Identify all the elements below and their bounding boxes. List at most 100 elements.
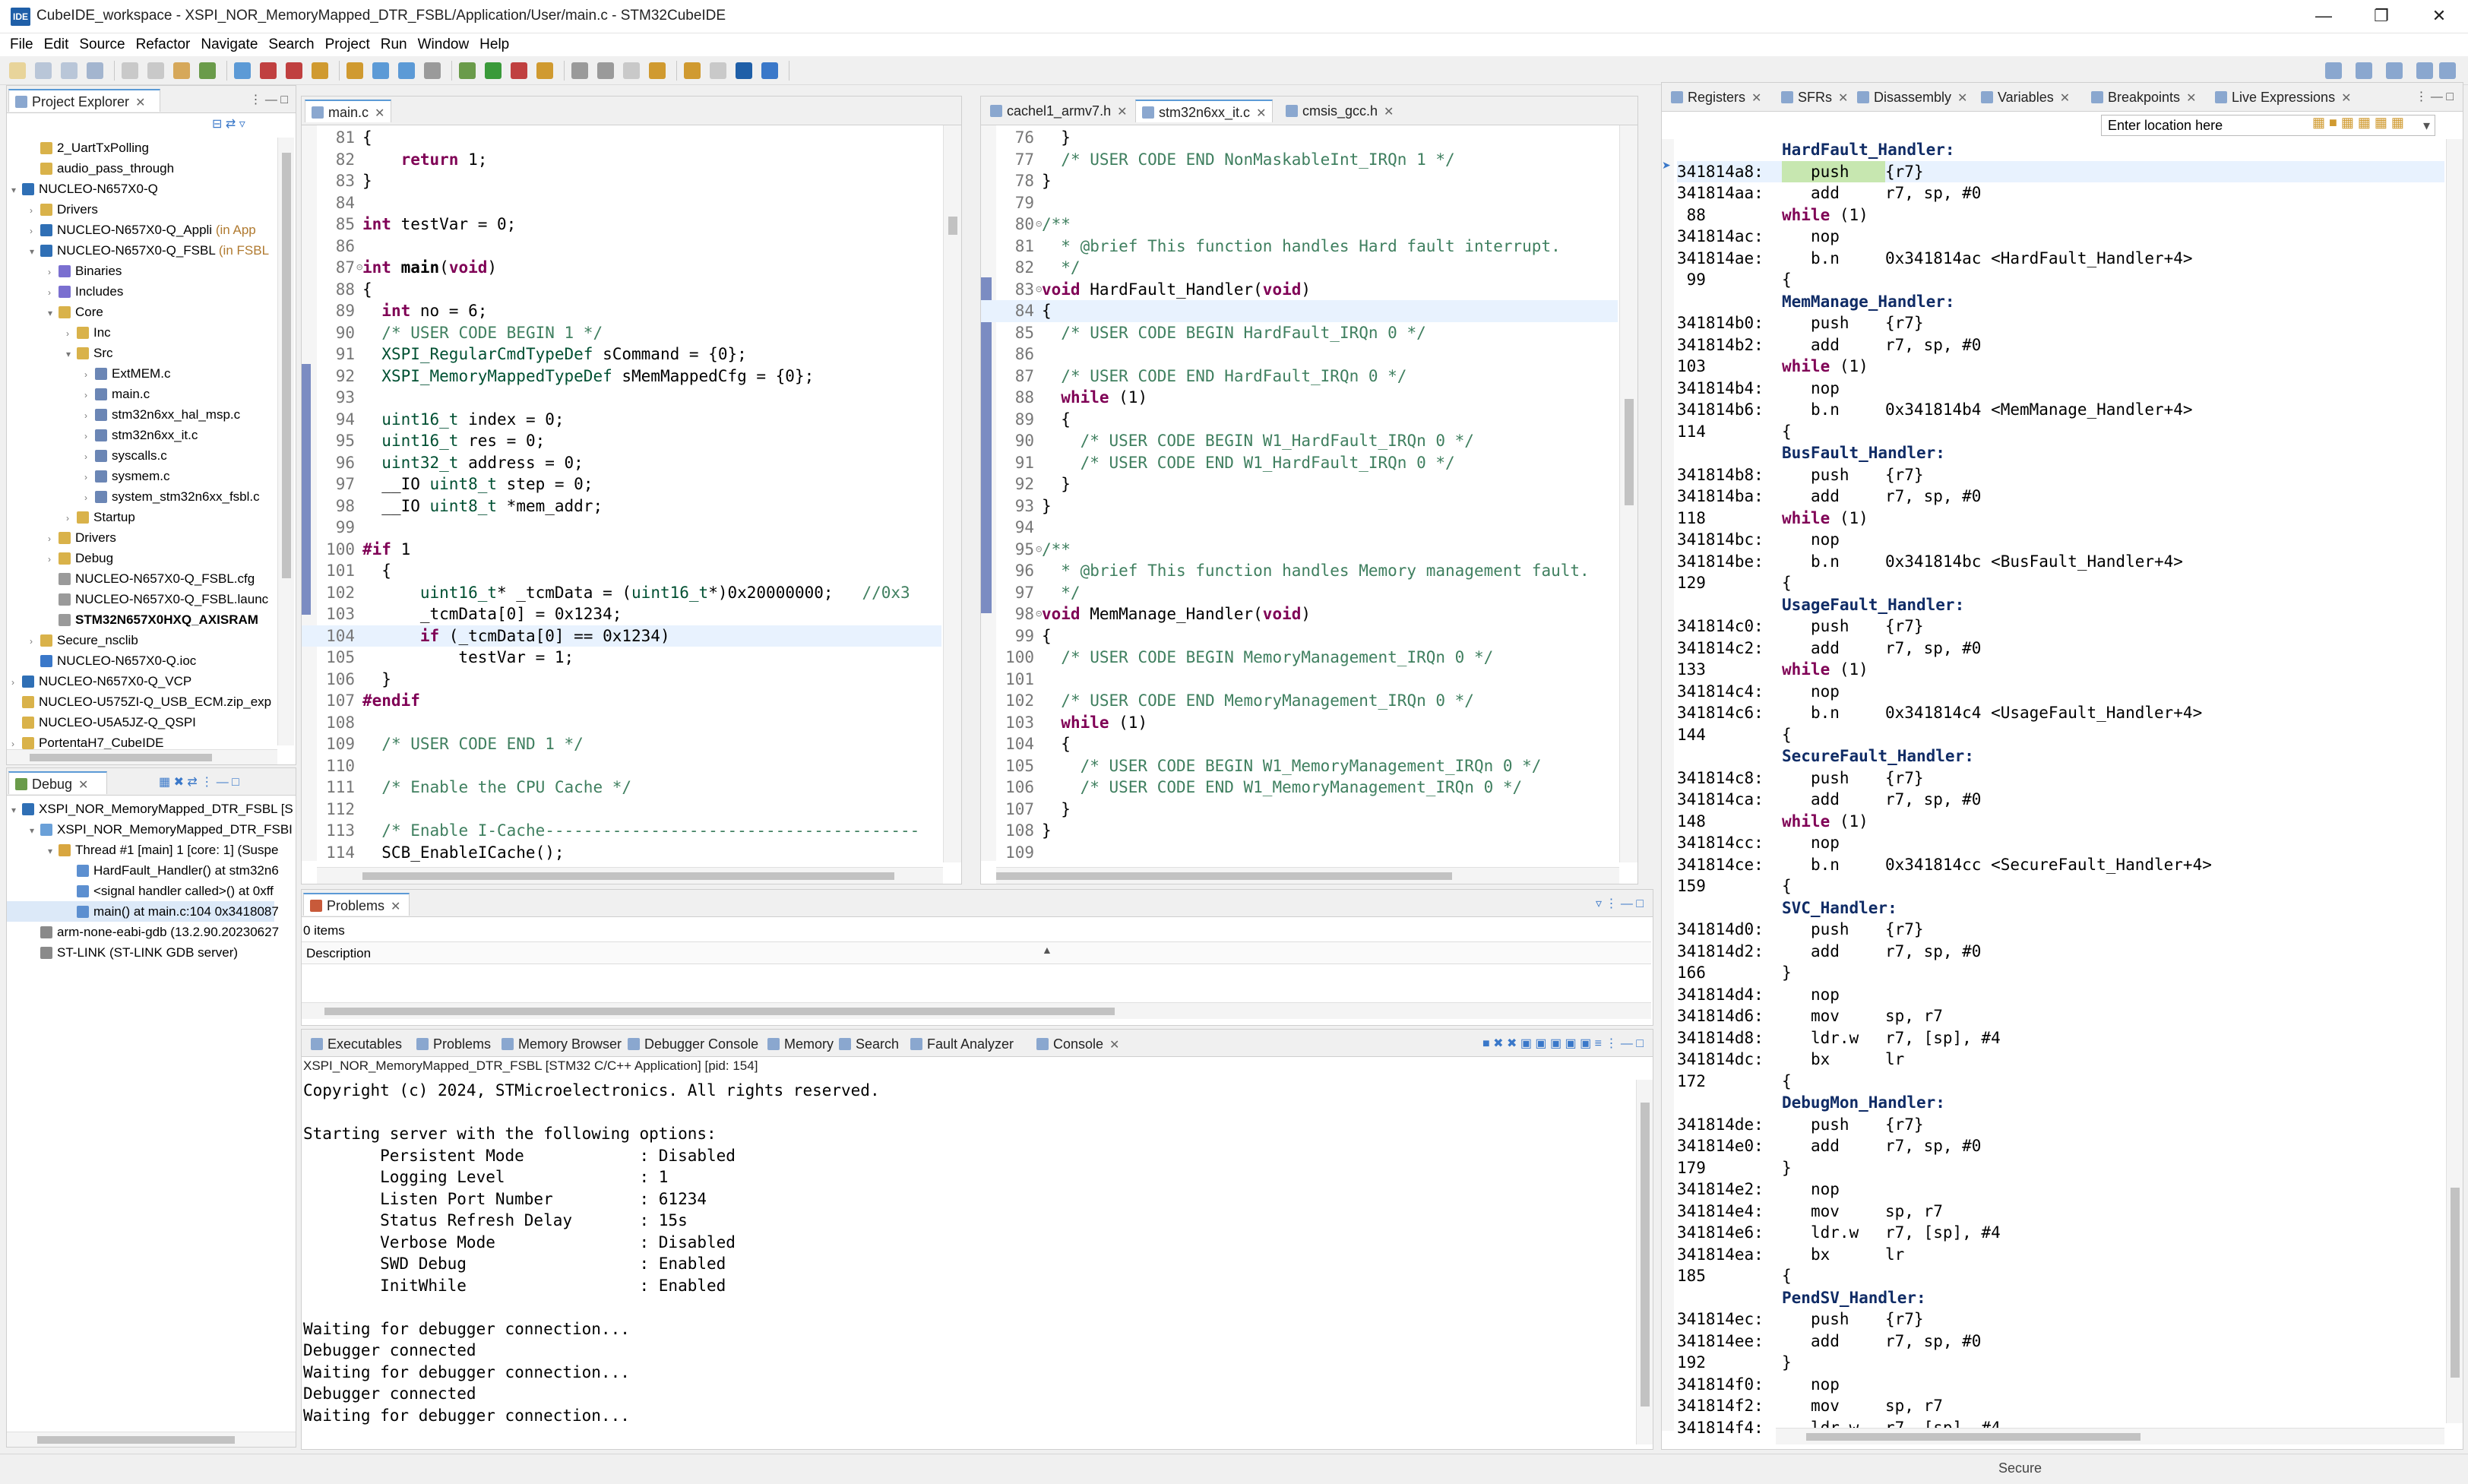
menu-item-help[interactable]: Help [474,33,514,56]
expand-toggle-icon[interactable]: › [84,426,95,447]
disassembly-hscrollbar[interactable] [1776,1428,2444,1444]
expand-toggle-icon[interactable]: › [66,324,77,344]
tree-item[interactable]: › Startup [7,507,274,527]
tree-item[interactable]: › stm32n6xx_it.c [7,425,274,445]
tree-item[interactable]: audio_pass_through [7,158,274,179]
menu-item-search[interactable]: Search [263,33,319,56]
toolbar-button-icon[interactable] [761,62,778,79]
toolbar-button-icon[interactable] [736,62,752,79]
tab-cachel1-armv7-h[interactable]: cachel1_armv7.h ✕ [984,100,1133,122]
menu-item-refactor[interactable]: Refactor [131,33,196,56]
toolbar-button-icon[interactable] [199,62,216,79]
expand-toggle-icon[interactable]: ▾ [11,800,22,821]
close-icon[interactable]: ✕ [1256,107,1266,120]
expand-toggle-icon[interactable]: › [48,549,59,570]
tree-item[interactable]: › system_stm32n6xx_fsbl.c [7,486,274,507]
toolbar-button-icon[interactable] [398,62,415,79]
explorer-scrollbar[interactable] [277,138,294,745]
menu-item-file[interactable]: File [5,33,39,56]
menu-item-navigate[interactable]: Navigate [195,33,263,56]
toolbar-button-icon[interactable] [35,62,52,79]
toolbar-button-icon[interactable] [87,62,103,79]
tree-item[interactable]: › Drivers [7,199,274,220]
editor-left-scrollbar[interactable] [943,125,961,862]
expand-toggle-icon[interactable]: › [84,385,95,406]
console-output[interactable]: Copyright (c) 2024, STMicroelectronics. … [303,1080,1625,1444]
maximize-button[interactable]: ❐ [2353,0,2410,33]
console-toolbar-icons[interactable]: ■ ✖ ✖ ▣ ▣ ▣ ▣ ▣ ≡ ⋮ — □ [1482,1036,1644,1051]
expand-toggle-icon[interactable]: › [30,221,40,242]
toolbar-button-icon[interactable] [372,62,389,79]
toolbar-button-icon[interactable] [684,62,701,79]
menu-item-edit[interactable]: Edit [39,33,74,56]
code-area-it-c[interactable]: 76 } 77 /* USER CODE END NonMaskableInt_I… [981,127,1618,864]
toolbar-button-icon[interactable] [286,62,302,79]
toolbar-button-icon[interactable] [485,62,502,79]
tab-cmsis-gcc-h[interactable]: cmsis_gcc.h ✕ [1280,100,1400,122]
perspective-icon[interactable] [2356,62,2372,79]
tree-item[interactable]: › sysmem.c [7,466,274,486]
disassembly-view[interactable]: HardFault_Handler: 341814a8: push {r7} 34181… [1677,139,2444,1437]
tree-item[interactable]: › Inc [7,322,274,343]
tree-item[interactable]: ▾ XSPI_NOR_MemoryMapped_DTR_FSBL [S [7,799,293,821]
tree-item[interactable]: ▾ Src [7,343,274,363]
tree-item[interactable]: › Secure_nsclib [7,630,274,650]
expand-toggle-icon[interactable]: › [11,672,22,693]
tab-sfrs[interactable]: SFRs ✕ [1775,86,1854,109]
expand-toggle-icon[interactable]: › [30,631,40,652]
tab-search[interactable]: Search [833,1033,905,1055]
disassembly-toolbar-icons[interactable]: ▦ ■ ▦ ▦ ▦ ▦ [2312,115,2404,131]
close-icon[interactable]: ✕ [391,900,400,913]
toolbar-button-icon[interactable] [173,62,190,79]
view-menu-icon[interactable]: ⋮ — □ [249,92,288,107]
expand-toggle-icon[interactable]: ▾ [11,180,22,201]
problems-header[interactable]: Description ▲ [302,941,1651,964]
tab-debugger-console[interactable]: Debugger Console [622,1033,764,1055]
toolbar-button-icon[interactable] [61,62,78,79]
filter-icon[interactable]: ▿ ⋮ — □ [1596,896,1644,911]
minimize-button[interactable]: — [2295,0,2353,33]
tab-debug[interactable]: Debug ✕ [8,771,107,794]
tab-executables[interactable]: Executables [305,1033,408,1055]
perspective-icon[interactable] [2416,62,2433,79]
toolbar-button-icon[interactable] [122,62,138,79]
tree-item[interactable]: › Drivers [7,527,274,548]
tree-item[interactable]: main() at main.c:104 0x3418087 [7,901,279,922]
explorer-hscrollbar[interactable] [7,749,277,764]
close-icon[interactable]: ✕ [1384,106,1394,119]
expand-toggle-icon[interactable]: › [84,406,95,426]
tab-problems[interactable]: Problems ✕ [303,893,410,916]
perspective-icon[interactable] [2386,62,2403,79]
toolbar-button-icon[interactable] [312,62,328,79]
debug-toolbar-icons[interactable]: ▦ ✖ ⇄ ⋮ — □ [159,774,239,789]
close-icon[interactable]: ✕ [2186,92,2196,105]
tree-item[interactable]: NUCLEO-U575ZI-Q_USB_ECM.zip_exp [7,691,274,712]
view-menu-icon[interactable]: ⋮ — □ [2415,89,2454,104]
tree-item[interactable]: arm-none-eabi-gdb (13.2.90.20230627 [7,922,279,942]
toolbar-button-icon[interactable] [597,62,614,79]
tab-registers[interactable]: Registers ✕ [1665,86,1767,109]
tree-item[interactable]: › Debug [7,548,274,568]
expand-toggle-icon[interactable]: › [30,201,40,221]
expand-toggle-icon[interactable]: › [84,365,95,385]
toolbar-button-icon[interactable] [710,62,726,79]
toolbar-button-icon[interactable] [536,62,553,79]
toolbar-button-icon[interactable] [147,62,164,79]
tab-fault-analyzer[interactable]: Fault Analyzer [904,1033,1020,1055]
debug-hscrollbar[interactable] [7,1432,296,1447]
tree-item[interactable]: › ExtMEM.c [7,363,274,384]
tree-item[interactable]: ▾ Core [7,302,274,322]
tab-memory-browser[interactable]: Memory Browser [495,1033,628,1055]
close-icon[interactable]: ✕ [2060,92,2070,105]
perspective-icon[interactable] [2439,62,2456,79]
tree-item[interactable]: STM32N657X0HXQ_AXISRAM [7,609,274,630]
tab-problems[interactable]: Problems [410,1033,497,1055]
collapse-all-icon[interactable]: ⊟ ⇄ ▿ [212,116,245,131]
tab-main-c[interactable]: main.c ✕ [305,100,392,122]
toolbar-button-icon[interactable] [9,62,26,79]
tree-item[interactable]: › main.c [7,384,274,404]
toolbar-button-icon[interactable] [649,62,666,79]
close-window-button[interactable]: ✕ [2410,0,2468,33]
toolbar-button-icon[interactable] [234,62,251,79]
expand-toggle-icon[interactable]: › [84,488,95,508]
